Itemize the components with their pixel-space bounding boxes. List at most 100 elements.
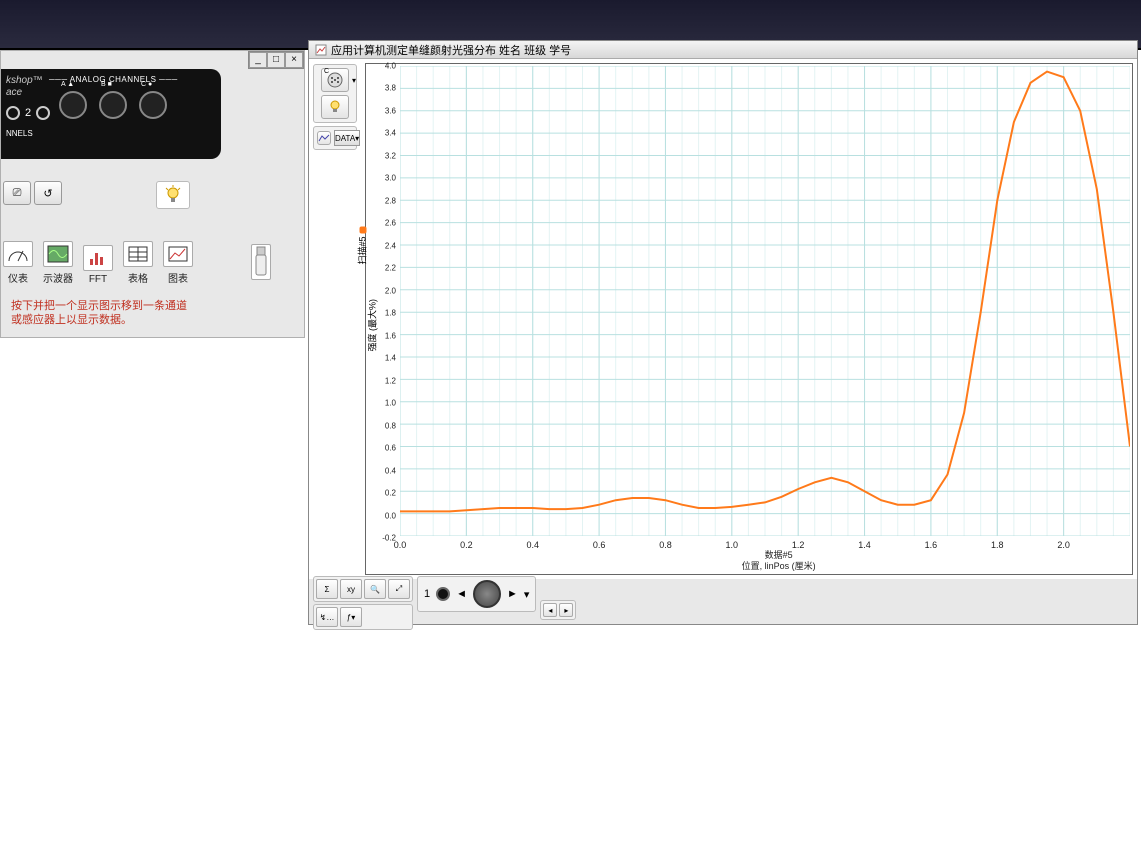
y-tick-label: 3.6: [385, 106, 396, 115]
graph-body: C ▾ DATA▾ -0.20.00.20.40.60.81.01.21.41.…: [309, 59, 1137, 579]
nav-cluster: 1 ◄ ► ▾: [417, 576, 536, 612]
minimize-button[interactable]: _: [249, 52, 267, 68]
digital-port-num: 2: [25, 107, 31, 119]
light-sensor-icon[interactable]: [156, 181, 190, 209]
display-table[interactable]: 表格: [123, 241, 153, 285]
maximize-button[interactable]: □: [267, 52, 285, 68]
sensor-c-button[interactable]: C ▾: [321, 68, 349, 92]
y-tick-label: 4.0: [385, 62, 396, 71]
y-tick-label: 2.0: [385, 286, 396, 295]
close-button[interactable]: ×: [285, 52, 303, 68]
graph-icon: [163, 241, 193, 267]
graph-window: 应用计算机测定单缝颜射光强分布 姓名 班级 学号 C ▾ DATA▾: [308, 40, 1138, 625]
interface-hardware: kshop™ ace ─── ANALOG CHANNELS ─── A ▲ B…: [1, 69, 221, 159]
displays-palette: 仪表 示波器 FFT 表格 图表: [3, 241, 193, 285]
y-tick-label: 0.8: [385, 421, 396, 430]
nav-port-icon: [436, 587, 450, 601]
meter-icon: [3, 241, 33, 267]
port-a[interactable]: A ▲: [59, 91, 87, 119]
y-tick-label: 3.2: [385, 151, 396, 160]
fit-button[interactable]: ↯…: [316, 607, 338, 627]
digital-port-1[interactable]: [6, 106, 20, 120]
mini-graph-button[interactable]: [317, 131, 331, 145]
digital-port-2[interactable]: [36, 106, 50, 120]
scope-icon: [43, 241, 73, 267]
plot-svg: [400, 66, 1130, 536]
y-tick-label: 3.0: [385, 174, 396, 183]
brand-label: kshop™: [6, 75, 43, 86]
display-fft[interactable]: FFT: [83, 245, 113, 285]
display-meter[interactable]: 仪表: [3, 241, 33, 285]
x-tick-label: 1.6: [925, 540, 938, 550]
setup-panel: _ □ × kshop™ ace ─── ANALOG CHANNELS ───…: [0, 50, 305, 338]
y-tick-label: 3.8: [385, 84, 396, 93]
port-b[interactable]: B ■: [99, 91, 127, 119]
y-tick-label: 1.4: [385, 354, 396, 363]
graph-window-icon: [315, 44, 327, 56]
nav-next-icon[interactable]: ►: [507, 588, 518, 600]
x-tick-label: 1.4: [858, 540, 871, 550]
graph-left-toolbox: C ▾ DATA▾: [313, 64, 357, 150]
data-dropdown[interactable]: DATA▾: [334, 130, 360, 146]
tool-arrow[interactable]: ↺: [34, 181, 62, 205]
autoscale-button[interactable]: ⤢: [388, 579, 410, 599]
graph-bottom-toolbar: Σ xy 🔍 ⤢ ↯… ƒ▾ 1 ◄ ► ▾ ◂ ▸: [313, 576, 576, 620]
nav-knob[interactable]: [473, 580, 501, 608]
bulb-icon: [164, 185, 182, 205]
x-series-label: 数据#5: [742, 550, 816, 561]
x-axis-meta: 数据#5 位置, linPos (厘米): [742, 550, 816, 572]
mid-toolbar: ⎚ ↺: [3, 181, 62, 205]
digital-channels: 2: [6, 106, 50, 120]
scroll-right-button[interactable]: ▸: [559, 603, 573, 617]
window-controls: _ □ ×: [248, 51, 304, 69]
scroll-left-button[interactable]: ◂: [543, 603, 557, 617]
y-axis-label: 强度 (最大%): [366, 299, 379, 352]
x-tick-label: 0.2: [460, 540, 473, 550]
display-scope[interactable]: 示波器: [43, 241, 73, 285]
y-tick-label: 3.4: [385, 129, 396, 138]
nav-dropdown-icon[interactable]: ▾: [524, 588, 530, 601]
graph-titlebar[interactable]: 应用计算机测定单缝颜射光强分布 姓名 班级 学号: [309, 41, 1137, 59]
x-tick-label: 0.6: [593, 540, 606, 550]
y-series-label: 扫描#5: [358, 236, 368, 264]
y-tick-label: 0.2: [385, 489, 396, 498]
x-tick-label: 1.0: [726, 540, 739, 550]
hint-text: 按下并把一个显示图示移到一条通道或感应器上以显示数据。: [11, 299, 191, 327]
calc-button[interactable]: ƒ▾: [340, 607, 362, 627]
brand-sub-label: ace: [6, 87, 22, 98]
x-tick-label: 0.4: [526, 540, 539, 550]
y-tick-label: 2.8: [385, 196, 396, 205]
y-tick-label: 2.4: [385, 241, 396, 250]
xy-cursor-button[interactable]: xy: [340, 579, 362, 599]
y-tick-label: 2.2: [385, 264, 396, 273]
y-tick-label: 0.6: [385, 444, 396, 453]
y-tick-label: 1.8: [385, 309, 396, 318]
x-axis-label: 位置, linPos (厘米): [742, 561, 816, 572]
display-graph[interactable]: 图表: [163, 241, 193, 285]
y-tick-label: 1.0: [385, 399, 396, 408]
analog-ports: A ▲ B ■ C ●: [59, 91, 167, 119]
y-tick-label: 0.4: [385, 466, 396, 475]
x-tick-label: 1.8: [991, 540, 1004, 550]
nav-channel-number: 1: [424, 588, 430, 600]
y-axis-ticks: -0.20.00.20.40.60.81.01.21.41.61.82.02.2…: [380, 66, 398, 538]
port-c[interactable]: C ●: [139, 91, 167, 119]
x-tick-label: 1.2: [792, 540, 805, 550]
x-tick-label: 2.0: [1057, 540, 1070, 550]
zoom-button[interactable]: 🔍: [364, 579, 386, 599]
channels-suffix-label: NNELS: [6, 129, 33, 138]
x-tick-label: 0.8: [659, 540, 672, 550]
y-axis-series-row: 扫描#5: [356, 226, 369, 264]
y-tick-label: 1.6: [385, 331, 396, 340]
usb-connector-icon[interactable]: [251, 244, 271, 280]
chart-area[interactable]: -0.20.00.20.40.60.81.01.21.41.61.82.02.2…: [365, 63, 1133, 575]
tool-select[interactable]: ⎚: [3, 181, 31, 205]
light-bulb-button[interactable]: [321, 95, 349, 119]
x-tick-label: 0.0: [394, 540, 407, 550]
stats-button[interactable]: Σ: [316, 579, 338, 599]
graph-title-text: 应用计算机测定单缝颜射光强分布 姓名 班级 学号: [331, 42, 571, 58]
y-tick-label: 0.0: [385, 511, 396, 520]
y-tick-label: 1.2: [385, 376, 396, 385]
series-color-marker: [360, 226, 367, 233]
nav-prev-icon[interactable]: ◄: [456, 588, 467, 600]
